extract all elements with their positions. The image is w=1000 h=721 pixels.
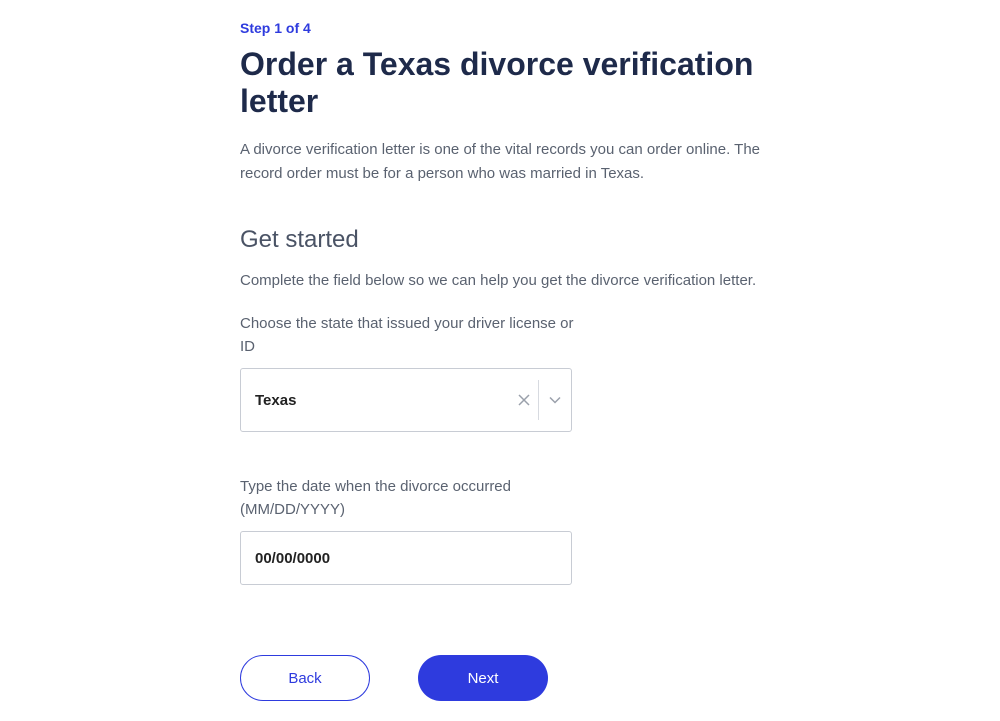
- date-input[interactable]: [240, 531, 572, 585]
- step-indicator: Step 1 of 4: [240, 20, 760, 36]
- state-field-label: Choose the state that issued your driver…: [240, 313, 580, 358]
- date-field-label: Type the date when the divorce occurred …: [240, 476, 580, 521]
- section-heading: Get started: [240, 226, 760, 254]
- back-button[interactable]: Back: [240, 655, 370, 701]
- next-button[interactable]: Next: [418, 655, 548, 701]
- state-selected-value: Texas: [241, 392, 510, 409]
- page-title: Order a Texas divorce verification lette…: [240, 46, 760, 120]
- button-row: Back Next: [240, 655, 760, 701]
- chevron-down-icon[interactable]: [539, 368, 571, 432]
- state-select[interactable]: Texas: [240, 368, 572, 432]
- clear-icon[interactable]: [510, 368, 538, 432]
- section-description: Complete the field below so we can help …: [240, 272, 760, 289]
- page-description: A divorce verification letter is one of …: [240, 138, 760, 186]
- state-select-controls: [510, 369, 571, 431]
